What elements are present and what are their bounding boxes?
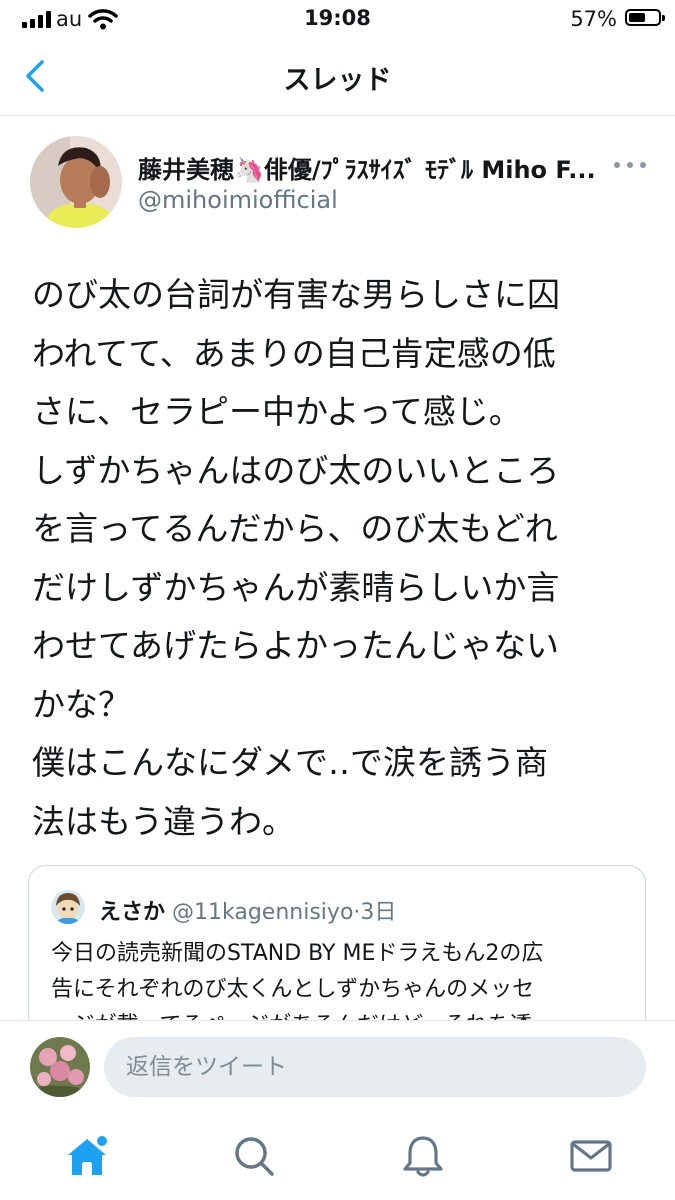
messages-mail-icon[interactable] — [566, 1131, 616, 1181]
tweet-text-line: かな？ — [32, 684, 131, 724]
author-name[interactable]: 藤井美穂🦄俳優/ﾌﾟﾗｽｻｲｽﾞ ﾓﾃﾞﾙ Miho F... — [138, 150, 608, 185]
tweet-text-line: 僕はこんなにダメで‥で涙を誘う商 — [32, 743, 549, 782]
status-bar: au 19:08 57% — [0, 0, 675, 38]
author-avatar[interactable] — [30, 136, 122, 228]
quoted-text-line: 今日の読売新聞のSTAND BY MEドラえもん2の広 — [51, 941, 544, 966]
tweet-text-line: われてて、あまりの自己肯定感の低 — [32, 333, 556, 373]
tab-bar — [0, 1115, 675, 1200]
tweet-text-line: わせてあげたらよかったんじゃない — [32, 626, 560, 665]
quoted-tweet-time: 3日 — [360, 900, 397, 925]
search-icon[interactable] — [229, 1131, 279, 1181]
quoted-text-line: 告にそれぞれのび太くんとしずかちゃんのメッセ — [51, 977, 535, 1002]
tweet-text-line: だけしずかちゃんが素晴らしいか言 — [32, 567, 560, 607]
quoted-author-avatar — [51, 890, 85, 924]
reply-bar — [0, 1020, 675, 1115]
tweet-text-line: しずかちゃんはのび太のいいところ — [32, 450, 560, 490]
quoted-author-name: えさか — [99, 900, 166, 925]
tweet-text-line: のび太の台詞が有害な男らしさに囚 — [32, 275, 560, 314]
more-options-icon[interactable] — [614, 154, 646, 176]
battery-percentage: 57% — [570, 7, 617, 31]
author-handle[interactable]: @mihoimiofficial — [138, 186, 338, 214]
quoted-tweet-header: えさか @11kagennisiyo·3日 — [99, 894, 396, 926]
battery-icon — [625, 9, 665, 26]
reply-input[interactable] — [104, 1037, 646, 1097]
notifications-bell-icon[interactable] — [398, 1131, 448, 1181]
tweet-text-line: を言ってるんだから、のび太もどれ — [32, 509, 558, 548]
home-icon[interactable] — [62, 1131, 112, 1181]
nav-header: スレッド — [0, 38, 675, 116]
tweet-text: のび太の台詞が有害な男らしさに囚 われてて、あまりの自己肯定感の低 さに、セラピ… — [32, 266, 652, 851]
tweet-text-line: さに、セラピー中かよって感じ。 — [32, 392, 522, 431]
user-avatar[interactable] — [30, 1037, 90, 1097]
quoted-author-handle: @11kagennisiyo — [172, 900, 354, 925]
page-title: スレッド — [283, 65, 392, 96]
tweet-text-line: 法はもう違うわ。 — [32, 801, 296, 841]
